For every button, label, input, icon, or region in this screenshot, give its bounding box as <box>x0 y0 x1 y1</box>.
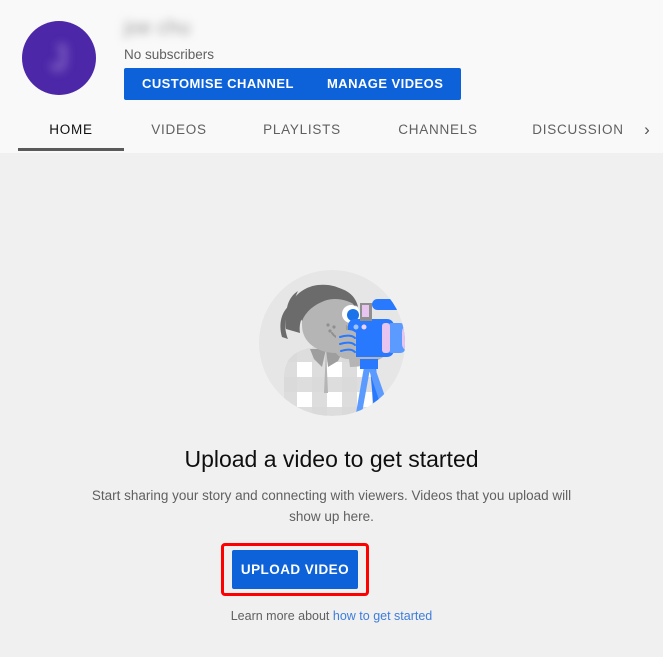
channel-name: joe chu <box>124 17 191 39</box>
tab-discussion-label: DISCUSSION <box>532 122 624 137</box>
tab-playlists-label: PLAYLISTS <box>263 122 341 137</box>
tab-playlists[interactable]: PLAYLISTS <box>244 110 360 150</box>
tab-channels[interactable]: CHANNELS <box>380 110 496 150</box>
manage-videos-button[interactable]: MANAGE VIDEOS <box>309 68 462 100</box>
learn-more-prefix: Learn more about <box>230 609 333 623</box>
tab-channels-label: CHANNELS <box>398 122 478 137</box>
tab-active-underline <box>18 148 124 151</box>
empty-state-title: Upload a video to get started <box>184 446 479 472</box>
avatar[interactable]: J <box>22 21 96 95</box>
upload-video-illustration <box>258 270 405 416</box>
how-to-get-started-link[interactable]: how to get started <box>333 609 432 623</box>
tab-discussion[interactable]: DISCUSSION <box>516 110 640 150</box>
empty-state-description: Start sharing your story and connecting … <box>91 488 572 524</box>
customise-channel-button[interactable]: CUSTOMISE CHANNEL <box>124 68 312 100</box>
tab-videos[interactable]: VIDEOS <box>138 110 220 150</box>
chevron-right-icon[interactable]: › <box>634 110 660 150</box>
tab-home[interactable]: HOME <box>18 110 124 151</box>
channel-tab-bar: HOME VIDEOS PLAYLISTS CHANNELS DISCUSSIO… <box>0 110 663 153</box>
empty-state-panel: Upload a video to get started Start shar… <box>0 153 663 657</box>
subscriber-count: No subscribers <box>124 47 215 62</box>
tab-videos-label: VIDEOS <box>151 122 207 137</box>
channel-header: J joe chu No subscribers CUSTOMISE CHANN… <box>0 0 663 153</box>
avatar-initial: J <box>50 37 68 78</box>
tab-home-label: HOME <box>49 122 93 137</box>
upload-video-button[interactable]: UPLOAD VIDEO <box>232 550 358 589</box>
learn-more-row: Learn more about how to get started <box>0 609 663 623</box>
